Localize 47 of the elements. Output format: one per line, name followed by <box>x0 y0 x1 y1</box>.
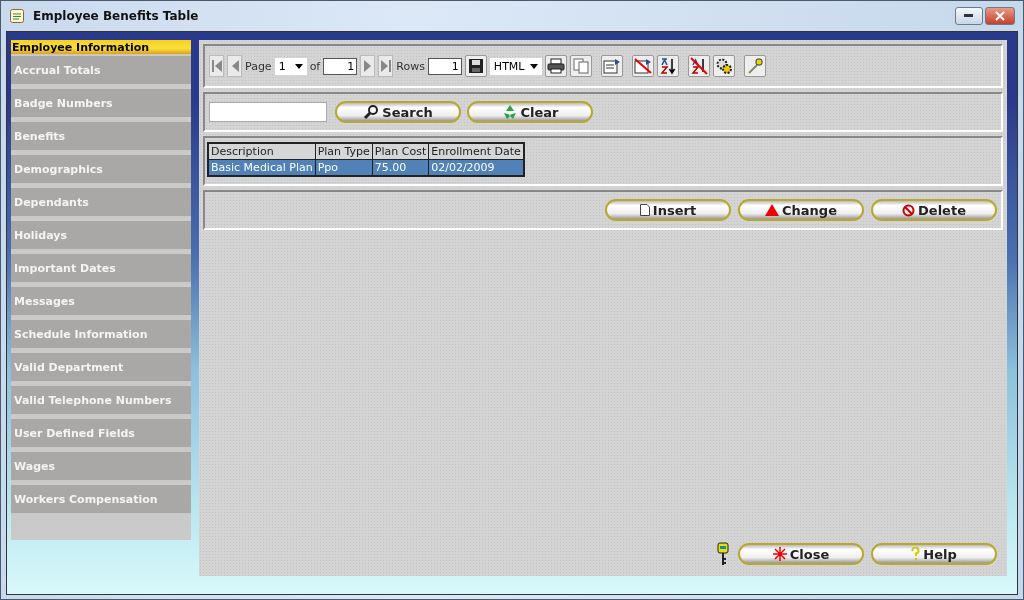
search-button[interactable]: Search <box>335 101 461 123</box>
format-select[interactable]: HTML <box>489 57 542 75</box>
close-button[interactable]: Close <box>738 543 864 565</box>
prohibited-icon <box>902 203 916 217</box>
previous-page-icon[interactable] <box>227 55 242 77</box>
column-header[interactable]: Enrollment Date <box>428 143 524 160</box>
first-page-icon[interactable] <box>209 55 224 77</box>
printer-icon[interactable] <box>544 55 567 77</box>
dropdown-arrow-icon <box>294 63 303 69</box>
save-icon[interactable] <box>464 55 487 77</box>
help-button[interactable]: Help <box>871 543 997 565</box>
close-button[interactable] <box>985 7 1015 25</box>
next-page-icon[interactable] <box>360 55 376 77</box>
magnifier-icon <box>363 104 380 120</box>
starburst-icon <box>772 547 787 561</box>
dropdown-arrow-icon <box>529 63 538 69</box>
minimize-button[interactable] <box>955 7 983 25</box>
sidebar-item[interactable]: Employee Information <box>11 40 191 55</box>
insert-button[interactable]: Insert <box>605 199 731 221</box>
of-label: of <box>309 59 321 73</box>
change-button[interactable]: Change <box>738 199 864 221</box>
rows-field[interactable]: 1 <box>427 57 462 75</box>
last-page-icon[interactable] <box>378 55 394 77</box>
close-icon <box>995 11 1005 21</box>
no-filter-icon[interactable] <box>631 55 654 77</box>
page-icon <box>639 204 650 216</box>
total-pages-field[interactable]: 1 <box>323 57 358 75</box>
column-header[interactable]: Description <box>208 143 316 160</box>
table-row[interactable]: Basic Medical Plan Ppo 75.00 02/02/2009 <box>208 159 524 176</box>
minimize-icon <box>964 14 974 18</box>
recycle-icon <box>501 104 518 120</box>
properties-icon[interactable] <box>600 55 623 77</box>
search-field[interactable] <box>209 102 327 122</box>
rows-label: Rows <box>396 59 425 73</box>
clear-button[interactable]: Clear <box>467 101 593 123</box>
document-icon <box>9 8 25 24</box>
window-title: Employee Benefits Table <box>33 9 199 23</box>
sort-icon[interactable] <box>656 55 679 77</box>
no-sort-icon[interactable] <box>687 55 710 77</box>
column-header[interactable]: Plan Type <box>315 143 373 160</box>
page-label: Page <box>245 59 272 73</box>
delete-button[interactable]: Delete <box>871 199 997 221</box>
column-header[interactable]: Plan Cost <box>372 143 429 160</box>
question-mark-icon <box>911 547 921 561</box>
triangle-icon <box>765 204 779 216</box>
gears-icon[interactable] <box>712 55 735 77</box>
page-select[interactable]: 1 <box>274 57 307 75</box>
